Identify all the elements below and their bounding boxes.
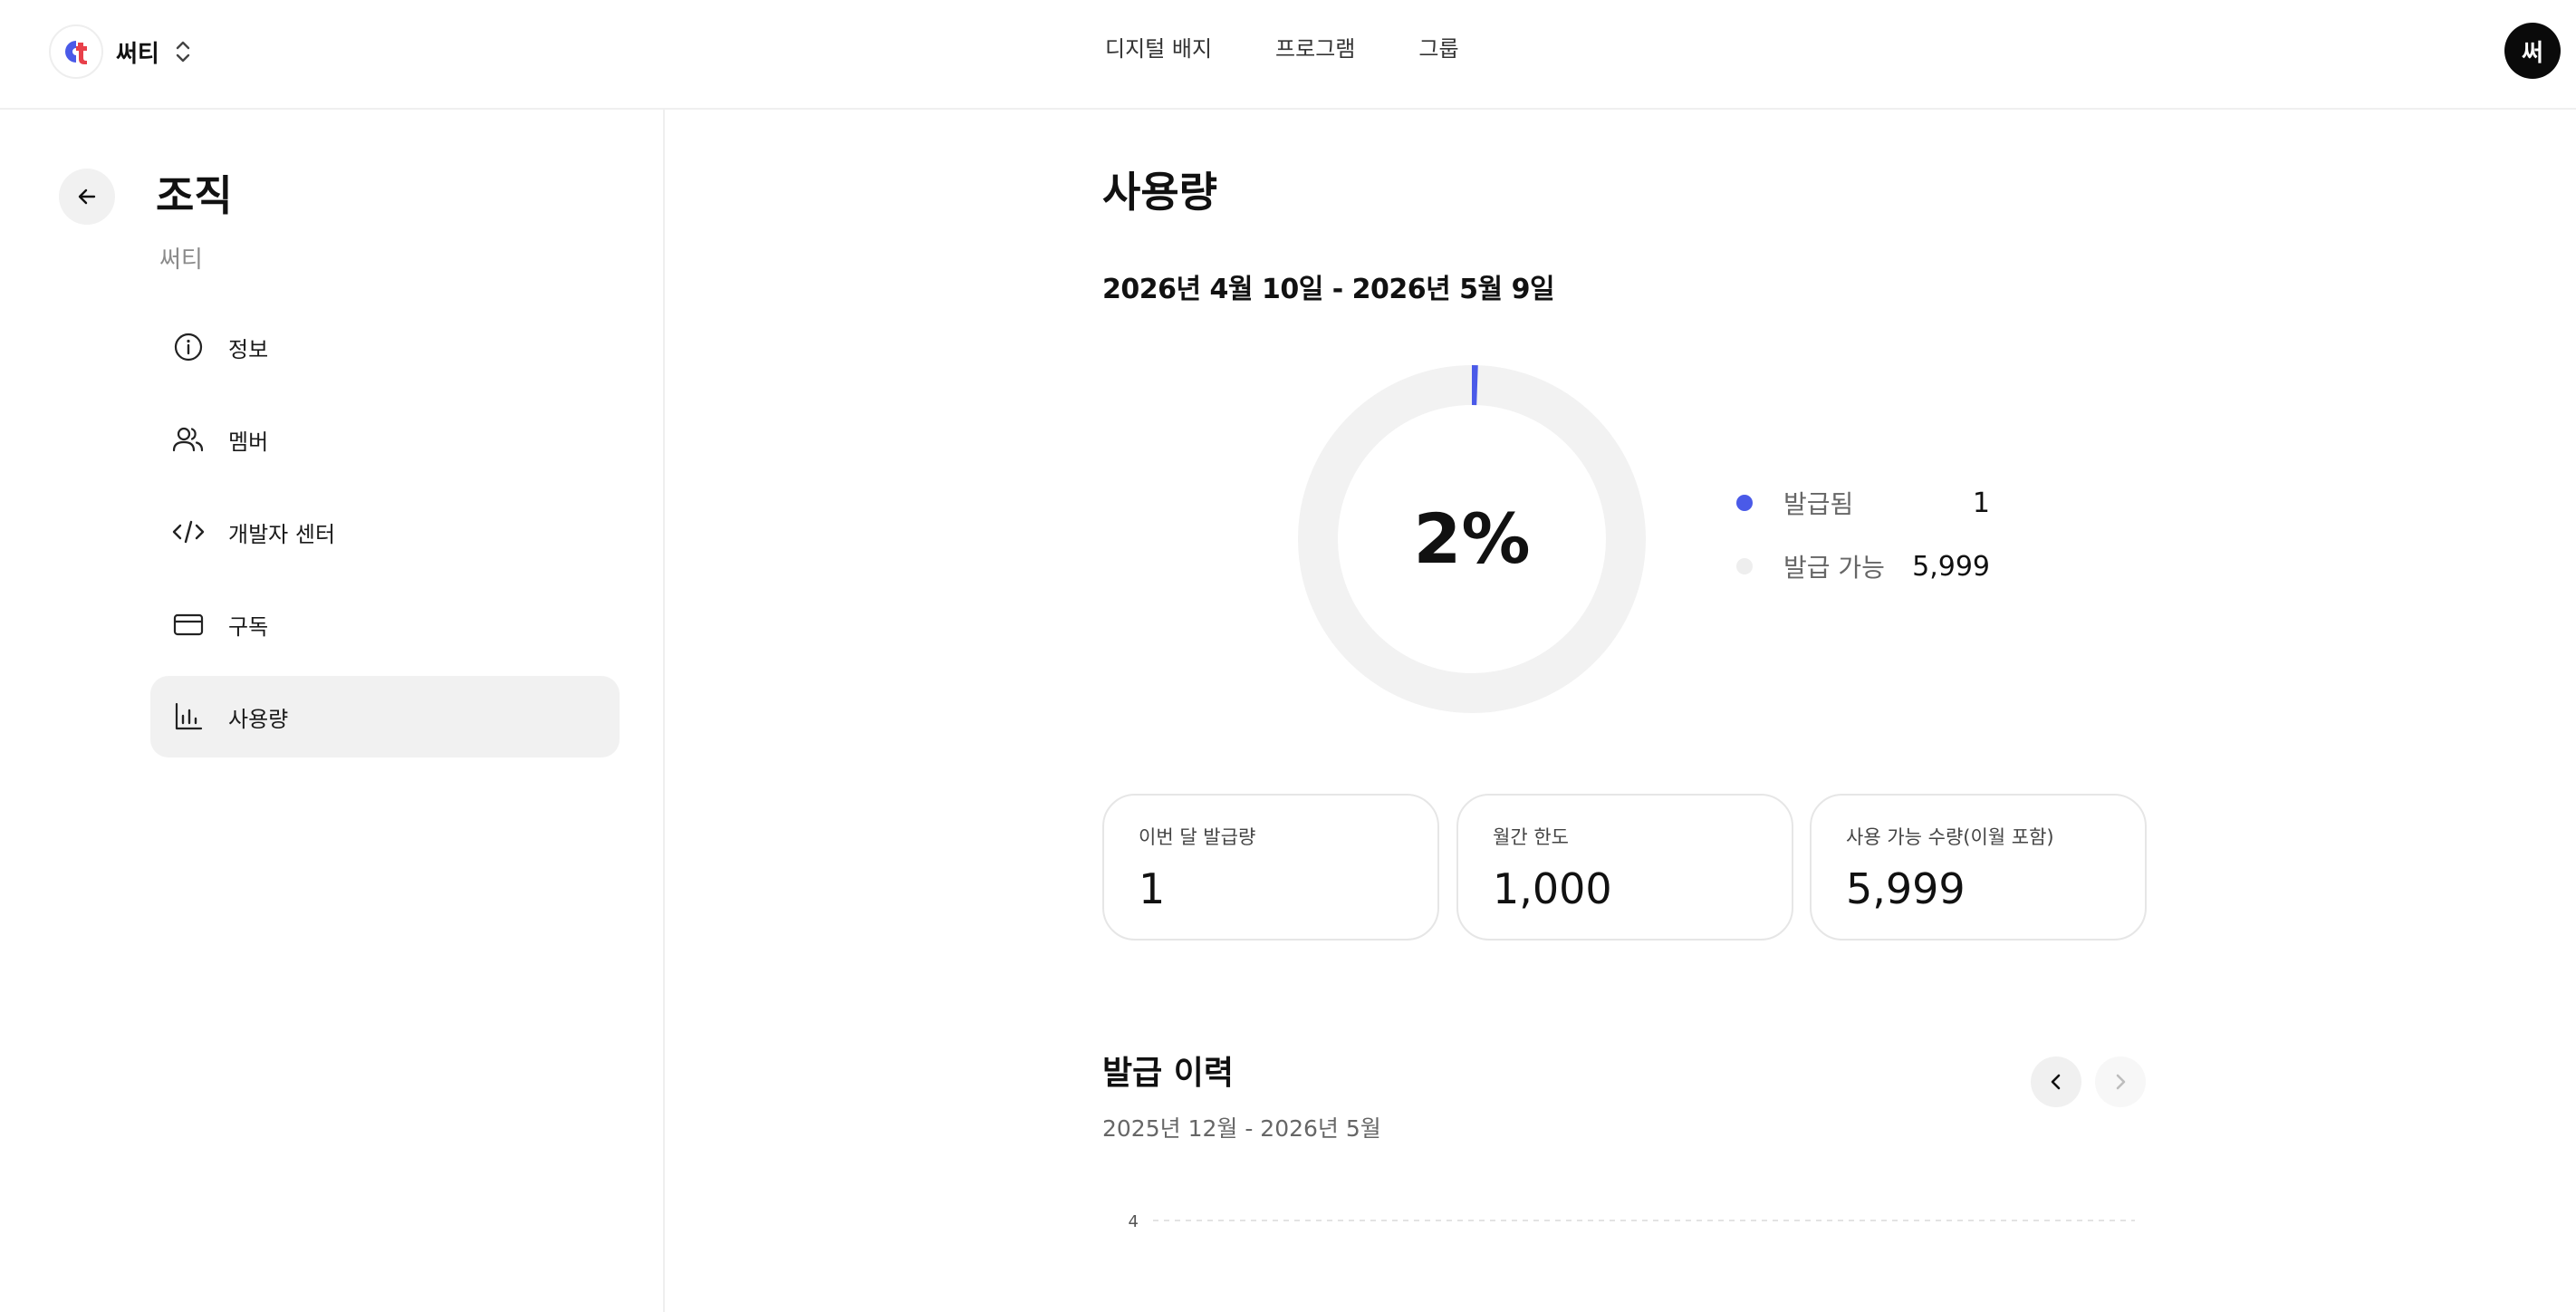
sidebar-item-developer-center[interactable]: 개발자 센터 — [150, 491, 620, 573]
sidebar-item-label: 정보 — [228, 336, 269, 362]
stat-label: 월간 한도 — [1493, 826, 1569, 848]
sidebar-item-usage[interactable]: 사용량 — [150, 676, 620, 757]
nav-digital-badge[interactable]: 디지털 배지 — [1105, 29, 1212, 69]
legend-item-issued: 발급됨 1 — [1736, 480, 1990, 526]
legend-value: 5,999 — [1912, 550, 1990, 583]
stat-value: 5,999 — [1846, 864, 1966, 913]
org-logo — [49, 24, 103, 79]
usage-donut-chart: 2% — [1298, 365, 1646, 713]
org-switcher[interactable]: 써티 — [49, 24, 194, 80]
history-title: 발급 이력 — [1102, 1055, 1235, 1092]
stat-card-monthly-limit: 월간 한도 1,000 — [1456, 794, 1793, 941]
chevron-left-icon — [2051, 1074, 2061, 1090]
stat-card-monthly-issued: 이번 달 발급량 1 — [1102, 794, 1439, 941]
sidebar-item-info[interactable]: 정보 — [150, 306, 620, 388]
stat-card-available: 사용 가능 수량(이월 포함) 5,999 — [1810, 794, 2147, 941]
top-nav: 디지털 배지 프로그램 그룹 — [1105, 29, 1523, 69]
arrow-left-icon — [78, 188, 96, 205]
history-next-button[interactable] — [2095, 1056, 2146, 1107]
org-logo-mark — [65, 41, 87, 64]
sidebar-menu: 정보 멤버 개발자 센터 구독 사용량 — [150, 306, 620, 768]
back-button[interactable] — [59, 169, 115, 225]
donut-legend: 발급됨 1 발급 가능 5,999 — [1736, 480, 1990, 607]
org-name: 써티 — [116, 40, 159, 68]
stat-value: 1,000 — [1493, 864, 1612, 913]
stat-label: 이번 달 발급량 — [1139, 826, 1256, 848]
legend-label: 발급 가능 — [1783, 553, 1885, 583]
chevron-right-icon — [2116, 1074, 2126, 1090]
code-icon — [172, 516, 205, 548]
users-icon — [172, 423, 205, 456]
stat-label: 사용 가능 수량(이월 포함) — [1846, 826, 2054, 848]
bar-chart-icon — [172, 700, 205, 733]
legend-label: 발급됨 — [1783, 489, 1854, 519]
credit-card-icon — [172, 608, 205, 641]
stat-value: 1 — [1139, 864, 1166, 913]
sidebar-subtitle: 써티 — [159, 246, 203, 274]
user-avatar[interactable]: 써 — [2504, 23, 2561, 79]
legend-dot-available — [1736, 558, 1753, 574]
sidebar-item-members[interactable]: 멤버 — [150, 399, 620, 480]
history-chart: 4 — [1129, 1212, 2135, 1231]
sidebar-item-subscription[interactable]: 구독 — [150, 584, 620, 665]
usage-period: 2026년 4월 10일 - 2026년 5월 9일 — [1102, 274, 1555, 305]
sidebar-item-label: 구독 — [228, 613, 269, 640]
sidebar-item-label: 사용량 — [228, 706, 289, 732]
sidebar-item-label: 개발자 센터 — [228, 521, 336, 547]
legend-value: 1 — [1972, 487, 1990, 519]
y-tick-label: 4 — [1129, 1212, 1139, 1231]
top-header: 써티 디지털 배지 프로그램 그룹 써 — [0, 0, 2576, 110]
page-title: 사용량 — [1102, 168, 1217, 217]
history-prev-button[interactable] — [2031, 1056, 2081, 1107]
legend-item-available: 발급 가능 5,999 — [1736, 544, 1990, 589]
nav-group[interactable]: 그룹 — [1418, 29, 1458, 69]
nav-program[interactable]: 프로그램 — [1275, 29, 1355, 69]
info-icon — [172, 331, 205, 363]
chevron-up-down-icon — [176, 41, 190, 63]
sidebar-title: 조직 — [156, 171, 233, 220]
legend-dot-issued — [1736, 495, 1753, 511]
sidebar-item-label: 멤버 — [228, 429, 269, 455]
history-range: 2025년 12월 - 2026년 5월 — [1102, 1115, 1381, 1142]
donut-center-label: 2% — [1413, 498, 1530, 579]
